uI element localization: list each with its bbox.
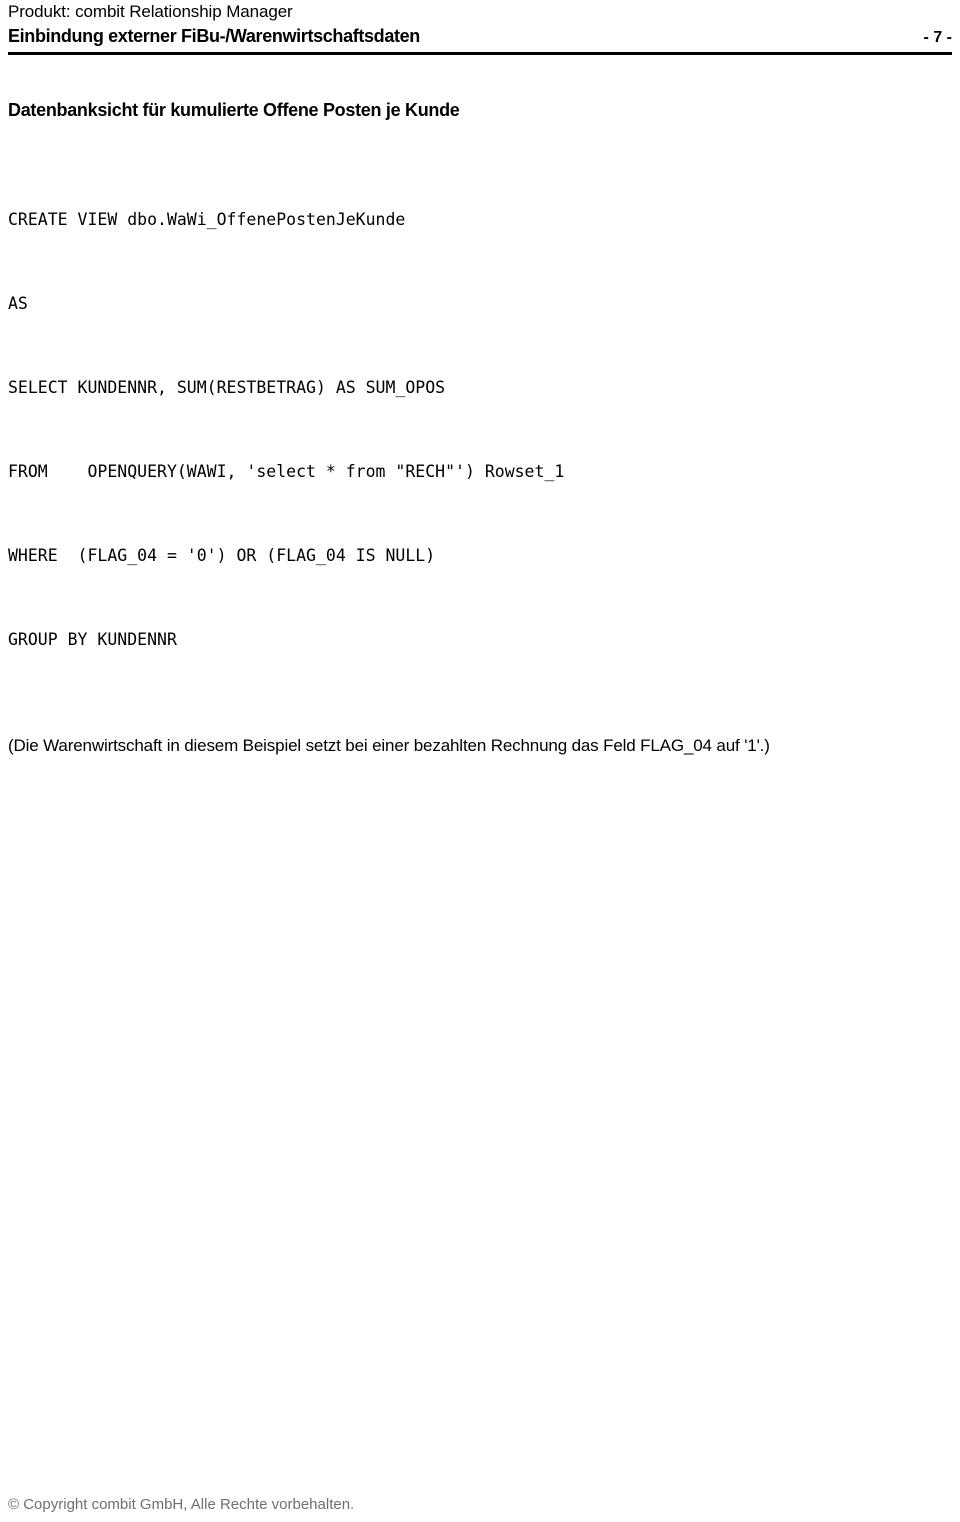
code-line: CREATE VIEW dbo.WaWi_OffenePostenJeKunde	[8, 210, 406, 229]
copyright-notice: © Copyright combit GmbH, Alle Rechte vor…	[8, 1496, 355, 1513]
header-document-title: Einbindung externer FiBu-/Warenwirtschaf…	[8, 26, 420, 46]
code-line: WHERE (FLAG_04 = '0') OR (FLAG_04 IS NUL…	[8, 546, 436, 565]
header-title-row: Einbindung externer FiBu-/Warenwirtschaf…	[8, 24, 952, 50]
sql-code-block: CREATE VIEW dbo.WaWi_OffenePostenJeKunde…	[8, 150, 952, 710]
page-number: - 7 -	[923, 29, 952, 46]
explanatory-note: (Die Warenwirtschaft in diesem Beispiel …	[8, 736, 770, 755]
code-line: AS	[8, 294, 28, 313]
header-divider	[8, 52, 952, 55]
page-footer: © Copyright combit GmbH, Alle Rechte vor…	[8, 1495, 952, 1515]
page-header: Produkt: combit Relationship Manager Ein…	[8, 0, 952, 50]
page-content: Datenbanksicht für kumulierte Offene Pos…	[8, 98, 952, 758]
code-line: SELECT KUNDENNR, SUM(RESTBETRAG) AS SUM_…	[8, 378, 446, 397]
code-line: FROM OPENQUERY(WAWI, 'select * from "REC…	[8, 462, 565, 481]
header-product-line: Produkt: combit Relationship Manager	[8, 2, 293, 21]
document-page: Produkt: combit Relationship Manager Ein…	[0, 0, 960, 1522]
code-line: GROUP BY KUNDENNR	[8, 630, 177, 649]
section-heading: Datenbanksicht für kumulierte Offene Pos…	[8, 100, 460, 120]
